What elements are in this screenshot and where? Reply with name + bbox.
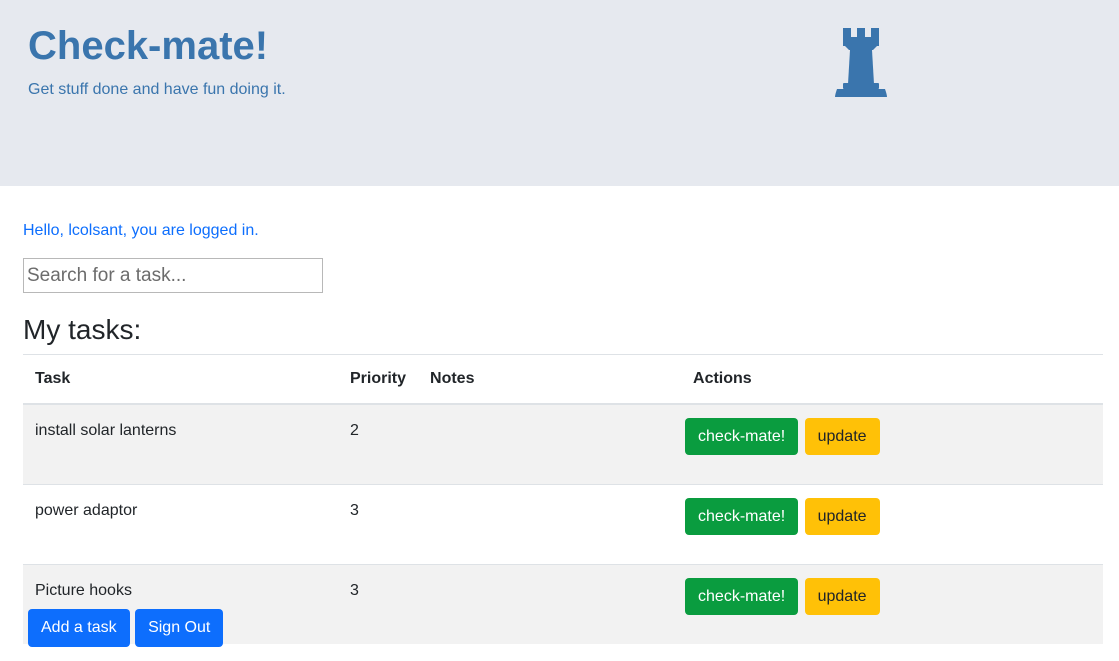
update-button[interactable]: update (804, 498, 880, 535)
page-actions: Add a task Sign Out (28, 609, 224, 647)
task-notes-cell (418, 484, 682, 565)
app-tagline: Get stuff done and have fun doing it. (28, 81, 286, 98)
column-header-priority: Priority (338, 354, 419, 405)
task-notes-cell (418, 404, 682, 485)
sign-out-button[interactable]: Sign Out (135, 609, 224, 647)
task-name-cell: install solar lanterns (23, 404, 338, 485)
column-header-notes: Notes (418, 354, 682, 405)
task-notes-cell (418, 564, 682, 644)
table-header-row: Task Priority Notes Actions (23, 354, 1103, 405)
task-priority-cell: 3 (338, 564, 419, 644)
update-button[interactable]: update (804, 578, 880, 615)
task-priority-cell: 2 (338, 404, 419, 485)
task-actions-cell: check-mate! update (681, 404, 1103, 485)
task-priority-cell: 3 (338, 484, 419, 565)
check-mate-button[interactable]: check-mate! (685, 418, 799, 455)
hero-banner: Check-mate! Get stuff done and have fun … (0, 0, 1119, 186)
task-actions-cell: check-mate! update (681, 484, 1103, 565)
task-actions-cell: check-mate! update (681, 564, 1103, 644)
tasks-table: Task Priority Notes Actions install sola… (23, 354, 1103, 644)
update-button[interactable]: update (804, 418, 880, 455)
check-mate-button[interactable]: check-mate! (685, 578, 799, 615)
table-row: power adaptor 3 check-mate! update (23, 484, 1103, 565)
task-name-cell: power adaptor (23, 484, 338, 565)
login-status-text: Hello, lcolsant, you are logged in. (23, 222, 259, 239)
task-search-input[interactable] (23, 258, 323, 293)
add-task-button[interactable]: Add a task (28, 609, 130, 647)
chess-rook-icon (835, 28, 887, 97)
tasks-heading: My tasks: (23, 314, 142, 345)
table-row: install solar lanterns 2 check-mate! upd… (23, 404, 1103, 485)
column-header-actions: Actions (681, 354, 1103, 405)
check-mate-button[interactable]: check-mate! (685, 498, 799, 535)
column-header-task: Task (23, 354, 338, 405)
app-title: Check-mate! (28, 24, 269, 68)
